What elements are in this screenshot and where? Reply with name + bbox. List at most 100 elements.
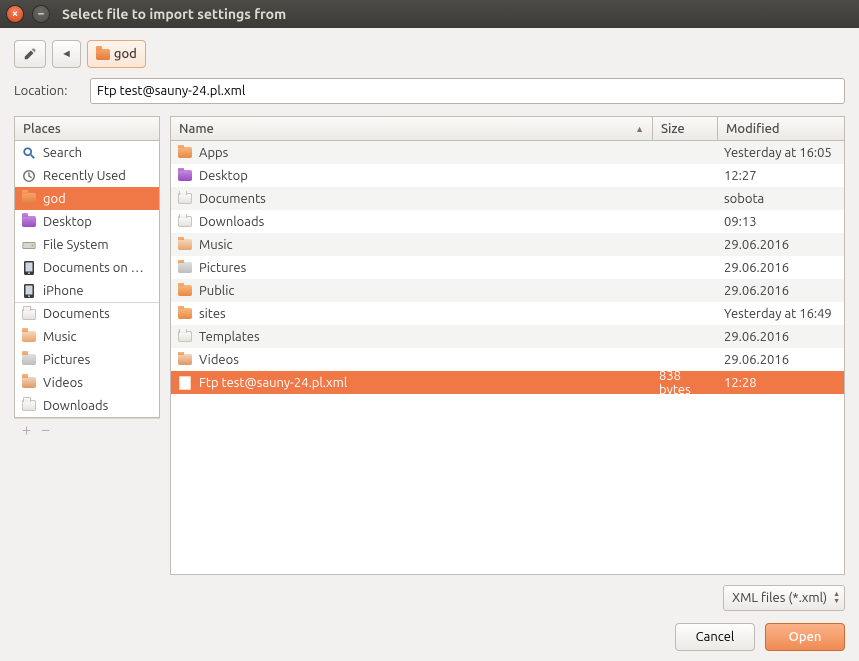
location-input[interactable] — [90, 78, 845, 104]
file-modified: 29.06.2016 — [718, 238, 844, 252]
column-header-modified-label: Modified — [726, 122, 780, 136]
file-modified: 12:28 — [718, 376, 844, 390]
file-name: Documents — [199, 192, 266, 206]
file-row[interactable]: Music 29.06.2016 — [171, 233, 844, 256]
places-item-label: Downloads — [43, 399, 108, 413]
column-header-name[interactable]: Name ▲ — [171, 117, 653, 140]
file-name: Apps — [199, 146, 228, 160]
folder-icon — [177, 306, 193, 322]
breadcrumb-label: god — [114, 47, 137, 61]
places-item[interactable]: Music — [15, 325, 159, 348]
file-name: sites — [199, 307, 226, 321]
sort-ascending-icon: ▲ — [635, 124, 644, 134]
file-modified: 09:13 — [718, 215, 844, 229]
file-modified: 29.06.2016 — [718, 261, 844, 275]
file-row[interactable]: Downloads 09:13 — [171, 210, 844, 233]
file-name: Public — [199, 284, 234, 298]
column-header-size[interactable]: Size — [653, 117, 718, 140]
home-folder-icon — [96, 49, 110, 60]
file-row[interactable]: Ftp test@sauny-24.pl.xml838 bytes12:28 — [171, 371, 844, 394]
file-chooser-body: Places Search Recently Used god Desktop File… — [14, 116, 845, 575]
places-item[interactable]: Desktop — [15, 210, 159, 233]
window-title: Select file to import settings from — [62, 6, 286, 22]
folder-dl-icon — [21, 398, 37, 414]
add-bookmark-button[interactable]: + — [22, 422, 31, 438]
places-item-label: File System — [43, 238, 109, 252]
places-item[interactable]: Downloads — [15, 394, 159, 417]
file-type-filter-label: XML files (*.xml) — [732, 591, 827, 605]
places-item[interactable]: Pictures — [15, 348, 159, 371]
folder-vid-icon — [21, 375, 37, 391]
places-item[interactable]: Recently Used — [15, 164, 159, 187]
file-name: Ftp test@sauny-24.pl.xml — [199, 376, 347, 390]
folder-music-icon — [21, 329, 37, 345]
places-item-label: god — [43, 192, 66, 206]
file-row[interactable]: sites Yesterday at 16:49 — [171, 302, 844, 325]
location-label: Location: — [14, 84, 80, 98]
file-modified: sobota — [718, 192, 844, 206]
cancel-button[interactable]: Cancel — [675, 623, 755, 651]
files-list: AppsYesterday at 16:05 Desktop 12:27 Docume… — [171, 141, 844, 574]
file-type-filter[interactable]: XML files (*.xml) ▲▼ — [723, 585, 845, 611]
file-name: Downloads — [199, 215, 264, 229]
remove-bookmark-button[interactable]: − — [41, 422, 50, 438]
places-item[interactable]: Documents on … — [15, 256, 159, 279]
open-button[interactable]: Open — [765, 623, 845, 651]
titlebar: × – Select file to import settings from — [0, 0, 859, 28]
folder-pic-icon — [177, 260, 193, 276]
places-item-label: Videos — [43, 376, 83, 390]
places-item-label: Recently Used — [43, 169, 126, 183]
file-row[interactable]: Templates29.06.2016 — [171, 325, 844, 348]
places-header: Places — [15, 117, 159, 141]
dropdown-spinner-icon: ▲▼ — [833, 591, 840, 605]
places-item-label: iPhone — [43, 284, 84, 298]
chevron-left-icon: ◄ — [61, 48, 72, 60]
home-icon — [21, 191, 37, 207]
places-item-label: Search — [43, 146, 82, 160]
file-row[interactable]: Desktop 12:27 — [171, 164, 844, 187]
column-header-size-label: Size — [661, 122, 685, 136]
minimize-window-button[interactable]: – — [32, 5, 50, 23]
file-row[interactable]: Videos29.06.2016 — [171, 348, 844, 371]
folder-dl-icon — [177, 214, 193, 230]
files-header: Name ▲ Size Modified — [171, 117, 844, 141]
file-row[interactable]: Pictures29.06.2016 — [171, 256, 844, 279]
places-item-label: Pictures — [43, 353, 90, 367]
file-row[interactable]: Documents sobota — [171, 187, 844, 210]
files-panel: Name ▲ Size Modified AppsYesterday at 16… — [170, 116, 845, 575]
file-name: Music — [199, 238, 233, 252]
close-window-button[interactable]: × — [6, 5, 24, 23]
file-modified: 12:27 — [718, 169, 844, 183]
places-item-label: Documents on … — [43, 261, 144, 275]
phone-icon — [21, 260, 37, 276]
file-row[interactable]: AppsYesterday at 16:05 — [171, 141, 844, 164]
places-item-label: Desktop — [43, 215, 92, 229]
search-icon — [21, 145, 37, 161]
path-back-button[interactable]: ◄ — [52, 40, 81, 68]
folder-doc-icon — [177, 191, 193, 207]
places-item-label: Music — [43, 330, 77, 344]
column-header-modified[interactable]: Modified — [718, 117, 844, 140]
folder-white-icon — [177, 329, 193, 345]
breadcrumb-current[interactable]: god — [87, 40, 146, 68]
places-item[interactable]: god — [15, 187, 159, 210]
dialog-actions: Cancel Open — [14, 623, 845, 651]
places-item[interactable]: Videos — [15, 371, 159, 394]
places-panel: Places Search Recently Used god Desktop File… — [14, 116, 160, 418]
places-item[interactable]: Documents — [15, 302, 159, 325]
places-item[interactable]: iPhone — [15, 279, 159, 302]
places-footer: + − — [14, 418, 160, 440]
folder-icon — [177, 283, 193, 299]
path-toolbar: ◄ god — [14, 40, 845, 68]
edit-path-button[interactable] — [14, 40, 46, 68]
folder-icon — [177, 145, 193, 161]
file-modified: 29.06.2016 — [718, 353, 844, 367]
file-modified: Yesterday at 16:49 — [718, 307, 844, 321]
places-list: Search Recently Used god Desktop File System… — [15, 141, 159, 417]
file-name: Desktop — [199, 169, 248, 183]
places-item[interactable]: File System — [15, 233, 159, 256]
places-item[interactable]: Search — [15, 141, 159, 164]
desktop-icon — [21, 214, 37, 230]
file-row[interactable]: Public29.06.2016 — [171, 279, 844, 302]
folder-doc-icon — [21, 306, 37, 322]
